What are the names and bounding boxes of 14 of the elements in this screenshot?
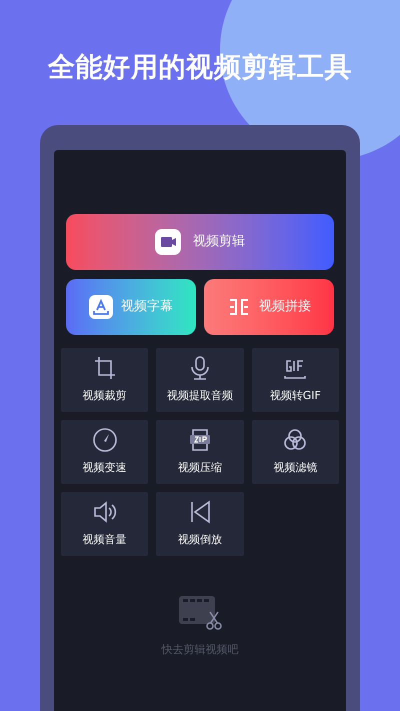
empty-message: 快去剪辑视频吧	[162, 642, 238, 658]
tool-tile[interactable]: 视频倒放	[156, 492, 244, 556]
speedometer-icon	[90, 426, 119, 454]
video-edit-button[interactable]: 视频剪辑	[66, 214, 334, 270]
letter-a-icon	[89, 294, 113, 318]
tool-tile[interactable]: 视频音量	[61, 492, 148, 556]
video-camera-icon	[155, 228, 181, 254]
tool-tile[interactable]: 视频压缩	[156, 420, 244, 484]
tool-tile[interactable]: 视频变速	[61, 420, 148, 484]
film-scissors-icon	[178, 594, 222, 630]
tool-tile[interactable]: 视频滤镜	[252, 420, 339, 484]
tool-tile[interactable]: 视频裁剪	[61, 348, 148, 412]
tool-tile[interactable]: 视频提取音频	[156, 348, 244, 412]
tool-tile[interactable]: 视频转GIF	[252, 348, 339, 412]
